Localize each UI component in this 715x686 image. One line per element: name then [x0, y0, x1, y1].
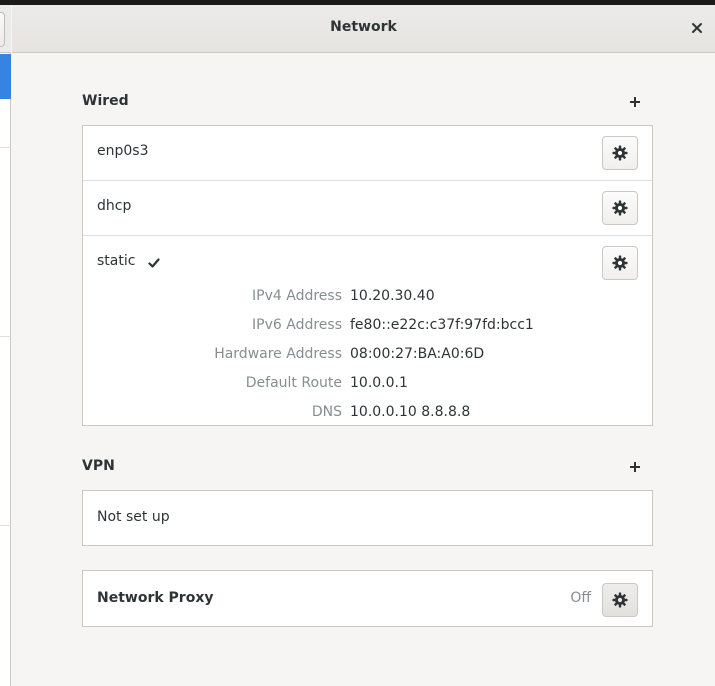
- sidebar: [0, 5, 11, 686]
- detail-row-dns: DNS 10.0.0.10 8.8.8.8: [83, 404, 654, 424]
- connection-row-dhcp[interactable]: dhcp: [83, 181, 652, 236]
- vpn-list: Not set up: [82, 490, 653, 546]
- gear-icon: [612, 592, 628, 608]
- gear-icon: [612, 200, 628, 216]
- detail-value: 08:00:27:BA:A0:6D: [350, 346, 485, 362]
- plus-icon: [630, 462, 640, 472]
- network-proxy-list: Network Proxy Off: [82, 570, 653, 627]
- sidebar-header: [0, 5, 11, 53]
- checkmark-icon: [148, 258, 160, 268]
- detail-row-hardware-address: Hardware Address 08:00:27:BA:A0:6D: [83, 346, 654, 366]
- sidebar-header-button[interactable]: [0, 12, 5, 47]
- network-proxy-status: Off: [570, 590, 591, 606]
- detail-value: 10.0.0.1: [350, 375, 408, 391]
- network-proxy-row[interactable]: Network Proxy Off: [83, 571, 652, 626]
- wired-connection-list: enp0s3 dhcp static IPv4 Address 10.20.30…: [82, 125, 653, 426]
- detail-row-ipv6: IPv6 Address fe80::e22c:c37f:97fd:bcc1: [83, 317, 654, 337]
- connection-label: dhcp: [97, 198, 132, 214]
- detail-key: IPv4 Address: [252, 288, 342, 304]
- gear-icon: [612, 145, 628, 161]
- network-proxy-settings-button[interactable]: [602, 583, 638, 617]
- vpn-empty-row: Not set up: [83, 491, 652, 546]
- wired-section-title: Wired: [82, 93, 129, 109]
- detail-row-ipv4: IPv4 Address 10.20.30.40: [83, 288, 654, 308]
- detail-key: Hardware Address: [214, 346, 342, 362]
- connection-settings-button[interactable]: [602, 136, 638, 170]
- detail-value: 10.0.0.10 8.8.8.8: [350, 404, 471, 420]
- headerbar: Network: [12, 5, 715, 53]
- connection-label: enp0s3: [97, 143, 149, 159]
- window-title: Network: [330, 19, 397, 35]
- sidebar-separator: [0, 147, 11, 148]
- detail-key: IPv6 Address: [252, 317, 342, 333]
- close-icon: [692, 23, 702, 33]
- add-wired-connection-button[interactable]: [623, 90, 647, 114]
- network-proxy-label: Network Proxy: [97, 590, 214, 606]
- add-vpn-button[interactable]: [623, 455, 647, 479]
- sidebar-separator: [0, 336, 11, 337]
- sidebar-separator: [0, 525, 11, 526]
- vpn-section-title: VPN: [82, 458, 115, 474]
- detail-key: DNS: [311, 404, 342, 420]
- detail-row-default-route: Default Route 10.0.0.1: [83, 375, 654, 395]
- connection-label: static: [97, 253, 136, 269]
- vpn-empty-label: Not set up: [97, 509, 170, 525]
- detail-key: Default Route: [245, 375, 342, 391]
- connection-row-enp0s3[interactable]: enp0s3: [83, 126, 652, 181]
- plus-icon: [630, 97, 640, 107]
- detail-value: fe80::e22c:c37f:97fd:bcc1: [350, 317, 534, 333]
- detail-value: 10.20.30.40: [350, 288, 435, 304]
- network-panel: Wired enp0s3 dhcp static IPv4 Address 10…: [12, 53, 715, 686]
- connection-settings-button[interactable]: [602, 246, 638, 280]
- connection-row-static[interactable]: static IPv4 Address 10.20.30.40 IPv6 Add…: [83, 236, 652, 425]
- close-button[interactable]: [684, 15, 710, 41]
- sidebar-item-selected[interactable]: [0, 54, 11, 99]
- gear-icon: [612, 255, 628, 271]
- connection-settings-button[interactable]: [602, 191, 638, 225]
